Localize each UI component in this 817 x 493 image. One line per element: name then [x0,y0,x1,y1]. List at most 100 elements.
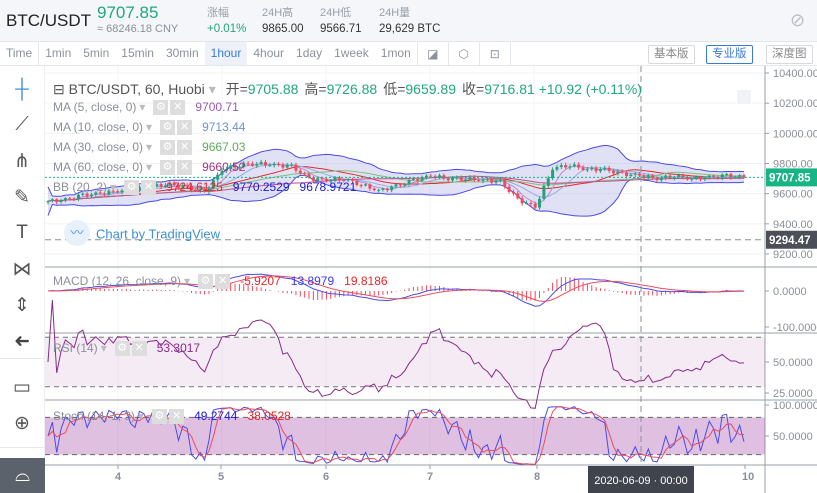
candle [511,191,515,194]
chevron-down-icon[interactable]: ▾ [101,341,107,355]
candle [390,186,394,191]
moon-off-icon[interactable]: ⊘ [790,10,805,31]
indicator-label[interactable]: MA (10, close, 0) [53,120,143,134]
chevron-down-icon[interactable]: ▾ [110,180,116,194]
indicator-label[interactable]: RSI (14) [53,341,98,355]
price-tick: 10200.00 [773,98,817,110]
settings-icon[interactable]: ⚙ [198,274,214,290]
candle [416,179,420,181]
candle [633,173,637,175]
time-tick: 7 [427,471,433,483]
interval-5min[interactable]: 5min [77,42,115,65]
chevron-down-icon[interactable]: ▾ [146,140,152,154]
interval-1hour[interactable]: 1hour [204,42,248,65]
candle [629,174,633,177]
indicator-label[interactable]: BB (20, 2) [53,180,107,194]
watermark-text: Chart by TradingView [96,226,221,242]
tradingview-watermark: 〰 Chart by TradingView [64,220,220,246]
close-icon[interactable]: ✕ [177,120,193,136]
candle [520,198,524,204]
scroll-top-icon[interactable] [737,90,751,104]
chart-legend-title: ⊟ BTC/USDT, 60, Huobi ▾ 开=9705.88 高=9726.… [53,79,642,99]
chevron-down-icon[interactable]: ▾ [209,81,216,97]
close-icon[interactable]: ✕ [169,409,185,425]
ohlc-value: 9659.89 [405,81,456,97]
settings-icon[interactable]: ⚙ [160,140,176,156]
chevron-down-icon[interactable]: ▾ [139,100,145,114]
interval-1day[interactable]: 1day [290,42,328,65]
candle [59,200,63,203]
close-icon[interactable]: ✕ [141,180,157,196]
time-tick: 4 [115,471,122,483]
crosshair-icon[interactable]: ┼ [7,75,37,105]
measure-levels-icon[interactable]: ⇕ [7,290,37,320]
view-depth-button[interactable]: 深度图 [766,45,813,64]
candle [268,165,272,167]
indicator-label[interactable]: MACD (12, 26, close, 9) [53,274,181,288]
candle [612,170,615,174]
chevron-down-icon[interactable]: ▾ [146,120,152,134]
candle [607,167,611,171]
candle [303,173,307,175]
collapse-icon[interactable]: ⊟ [53,81,65,97]
settings-icon[interactable]: ⚙ [153,100,169,116]
stat-value: 29,629 BTC [379,23,441,35]
indicator-value: 9724.6125 [166,180,223,194]
settings-icon[interactable]: ⚙ [124,180,140,196]
candle [381,188,385,190]
indicator-value: 9713.44 [202,120,246,134]
interval-1min[interactable]: 1min [38,42,77,65]
close-icon[interactable]: ✕ [177,140,193,156]
settings-icon[interactable]: ⬡ [447,42,479,65]
view-basic-button[interactable]: 基本版 [648,45,695,64]
candle [738,175,742,177]
magnet-icon[interactable]: ⌓ [0,458,45,493]
candle [581,167,585,170]
settings-icon[interactable]: ⚙ [160,160,176,176]
ruler-icon[interactable]: ▭ [7,372,37,402]
interval-1mon[interactable]: 1mon [375,42,417,65]
market-header: BTC/USDT 9707.85 ≈ 68246.18 CNY 涨幅 +0.01… [0,0,817,42]
indicator-value: 9770.2529 [232,180,290,194]
candle [577,164,581,168]
candle [46,201,50,203]
stat-value: 9566.71 [320,23,362,35]
close-icon[interactable]: ✕ [215,274,231,290]
settings-icon[interactable]: ⚙ [160,120,176,136]
close-icon[interactable]: ✕ [177,160,193,176]
brush-icon[interactable]: ✎ [7,182,37,212]
close-icon[interactable]: ✕ [131,341,147,357]
indicator-label[interactable]: Stoch (14, 1, 3) [53,409,135,423]
text-icon[interactable]: T [7,218,37,248]
bb-legend: BB (20, 2) ▾ ⚙ ✕ 9724.6125 9770.2529 9678.9721 [53,180,356,196]
pattern-icon[interactable]: ⋈ [7,254,37,284]
close-icon[interactable]: ✕ [170,100,186,116]
settings-icon[interactable]: ⚙ [114,341,130,357]
settings-icon[interactable]: ⚙ [152,409,168,425]
fork-icon[interactable]: ⋔ [7,146,37,176]
view-pro-button[interactable]: 专业版 [706,45,753,64]
chevron-down-icon[interactable]: ▾ [146,160,152,174]
interval-30min[interactable]: 30min [160,42,205,65]
zoom-in-icon[interactable]: ⊕ [7,408,37,438]
indicator-icon[interactable]: ◪ [416,42,448,65]
candle [598,169,602,172]
candle [481,179,485,181]
indicator-label[interactable]: MA (30, close, 0) [53,140,143,154]
back-arrow-icon[interactable]: ➜ [7,326,37,356]
screenshot-icon[interactable]: ⊡ [478,42,510,65]
indicator-value: 19.8186 [344,274,388,288]
chevron-down-icon[interactable]: ▾ [184,274,190,288]
chevron-down-icon[interactable]: ▾ [138,409,144,423]
trend-line-icon[interactable]: ⟋ [7,110,37,140]
interval-15min[interactable]: 15min [115,42,160,65]
candle [250,163,254,166]
ohlc-key: 收= [462,81,485,97]
interval-time[interactable]: Time [0,42,38,65]
candle [385,188,389,191]
interval-4hour[interactable]: 4hour [247,42,290,65]
indicator-label[interactable]: MA (60, close, 0) [53,160,143,174]
interval-1week[interactable]: 1week [328,42,375,65]
candle [712,175,716,177]
indicator-label[interactable]: MA (5, close, 0) [53,100,136,114]
